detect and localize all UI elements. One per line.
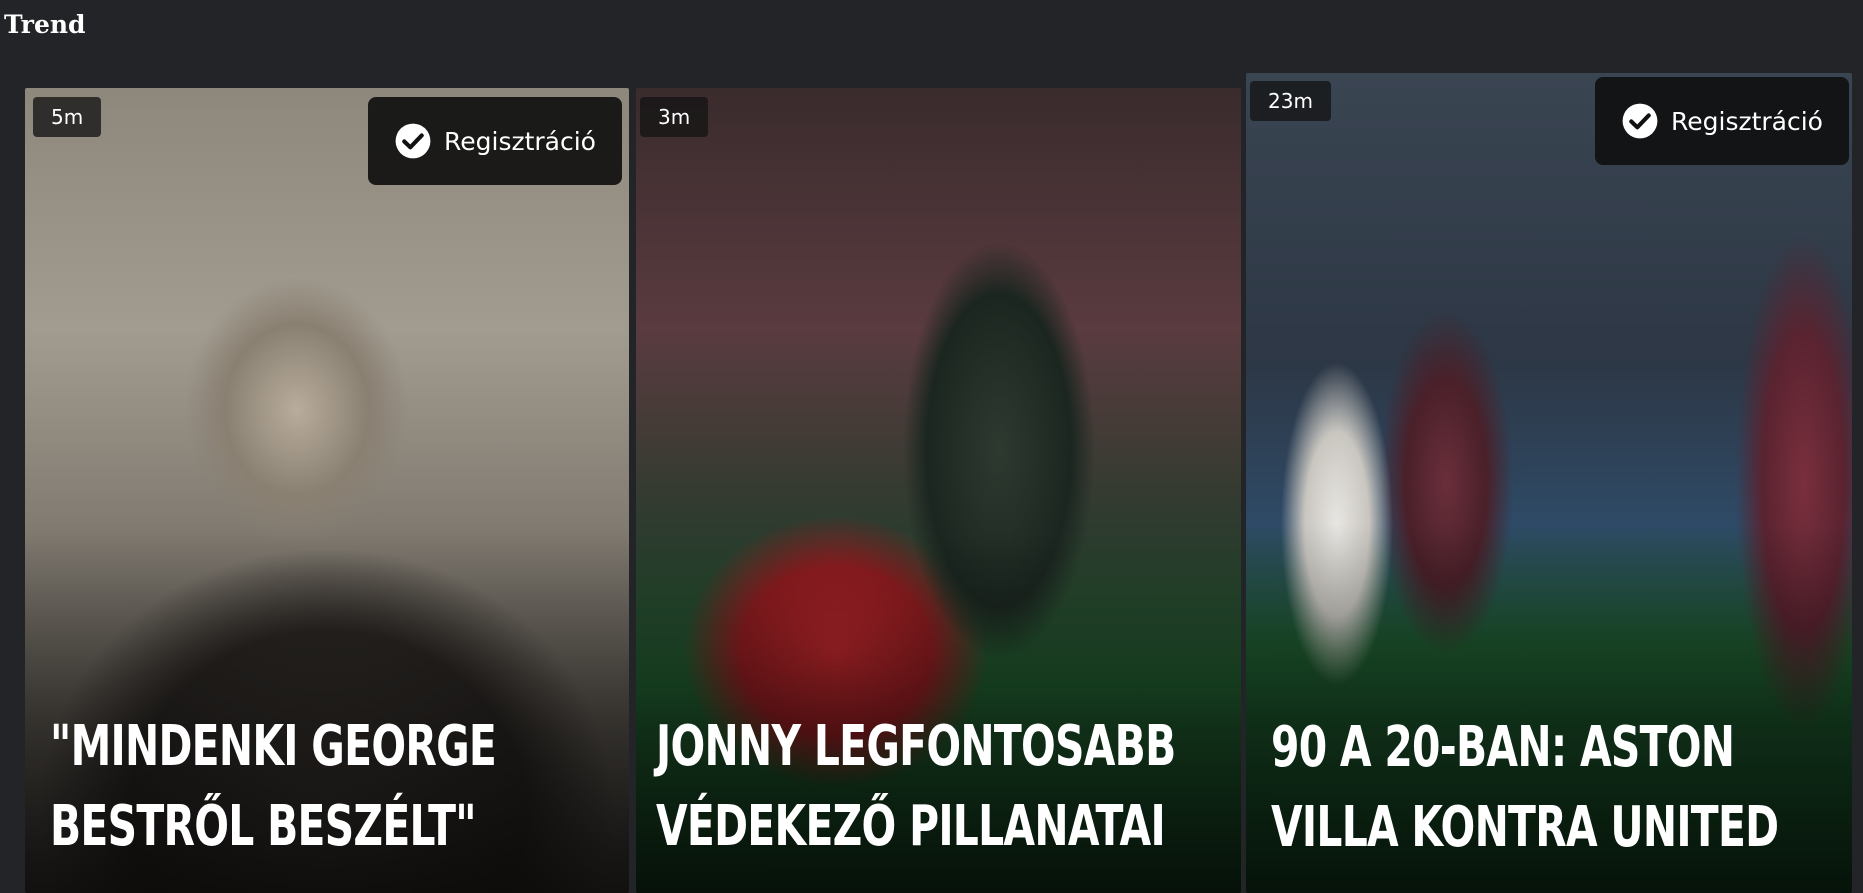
card-headline[interactable]: "MINDENKI GEORGE BESTRŐL BESZÉLT" <box>50 707 497 867</box>
headline-line: "MINDENKI GEORGE <box>50 714 497 779</box>
card-headline[interactable]: 90 A 20-BAN: ASTON VILLA KONTRA UNITED <box>1271 708 1779 868</box>
headline-line: BESTRŐL BESZÉLT" <box>50 794 477 859</box>
register-button[interactable]: Regisztráció <box>1595 77 1849 165</box>
headline-line: VILLA KONTRA UNITED <box>1271 795 1779 860</box>
duration-badge: 5m <box>33 97 102 137</box>
check-circle-icon <box>1622 103 1658 139</box>
headline-line: VÉDEKEZŐ PILLANATAI <box>656 794 1166 859</box>
check-circle-icon <box>395 123 431 159</box>
card-headline[interactable]: JONNY LEGFONTOSABB VÉDEKEZŐ PILLANATAI <box>656 707 1176 867</box>
register-label: Regisztráció <box>1671 106 1823 136</box>
trend-card[interactable]: 5m Regisztráció "MINDENKI GEORGE BESTRŐL… <box>25 88 629 893</box>
register-label: Regisztráció <box>444 126 596 156</box>
duration-badge: 23m <box>1250 81 1331 121</box>
headline-line: JONNY LEGFONTOSABB <box>656 714 1176 779</box>
section-title: Trend <box>4 10 86 39</box>
trend-card[interactable]: 23m Regisztráció 90 A 20-BAN: ASTON VILL… <box>1246 73 1852 893</box>
duration-badge: 3m <box>640 97 709 137</box>
trend-card[interactable]: 3m JONNY LEGFONTOSABB VÉDEKEZŐ PILLANATA… <box>636 88 1241 893</box>
headline-line: 90 A 20-BAN: ASTON <box>1271 715 1735 780</box>
register-button[interactable]: Regisztráció <box>368 97 622 185</box>
